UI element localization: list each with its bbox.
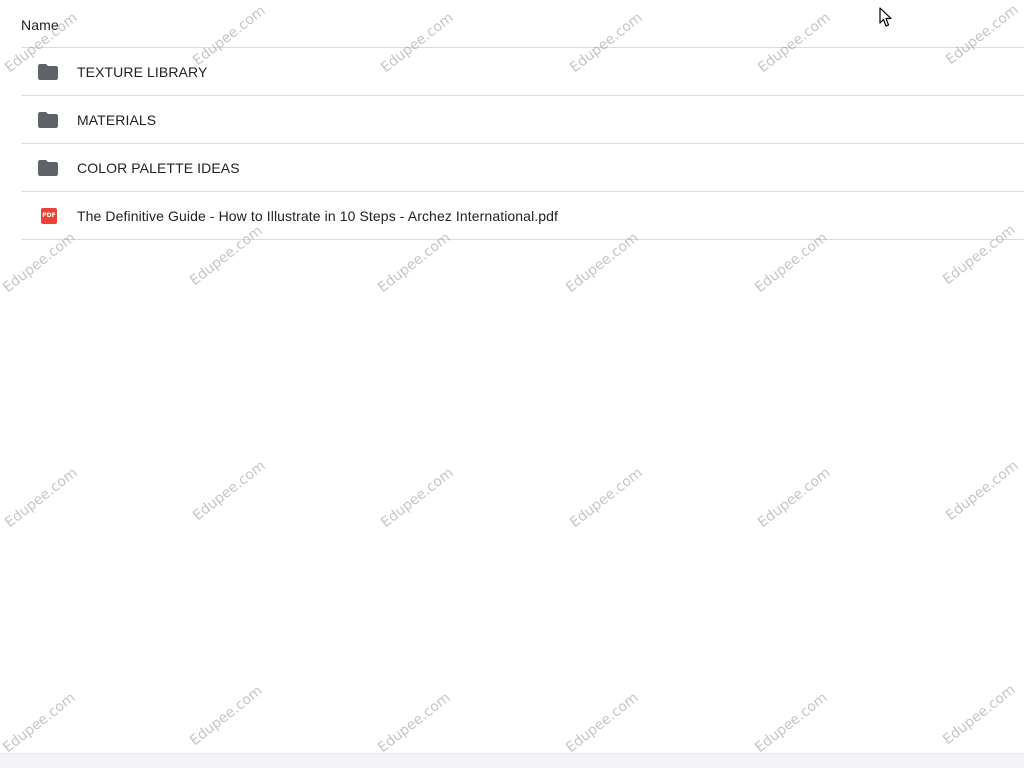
- watermark: Edupee.com: [567, 464, 646, 531]
- mouse-pointer-icon: [879, 7, 892, 27]
- watermark: Edupee.com: [378, 464, 457, 531]
- list-header: Name: [21, 0, 1024, 48]
- watermark: Edupee.com: [755, 464, 834, 531]
- list-item-materials[interactable]: MATERIALS: [21, 96, 1024, 144]
- name-column-header[interactable]: Name: [21, 17, 59, 33]
- watermark: Edupee.com: [0, 689, 79, 756]
- item-name: TEXTURE LIBRARY: [77, 63, 208, 80]
- watermark: Edupee.com: [2, 464, 81, 531]
- watermark: Edupee.com: [375, 689, 454, 756]
- pdf-file-icon: PDF: [41, 207, 57, 224]
- watermark: Edupee.com: [187, 682, 266, 749]
- file-browser-page: Name TEXTURE LIBRARY MATERIALS COLOR PAL…: [0, 0, 1024, 768]
- list-item-texture-library[interactable]: TEXTURE LIBRARY: [21, 48, 1024, 96]
- watermark: Edupee.com: [943, 457, 1022, 524]
- bottom-scroll-area: [0, 753, 1024, 768]
- item-name: MATERIALS: [77, 111, 157, 128]
- folder-icon: [21, 111, 77, 128]
- watermark: Edupee.com: [563, 689, 642, 756]
- list-item-pdf-guide[interactable]: PDF The Definitive Guide - How to Illust…: [21, 192, 1024, 240]
- list-item-color-palette-ideas[interactable]: COLOR PALETTE IDEAS: [21, 144, 1024, 192]
- item-name: The Definitive Guide - How to Illustrate…: [77, 207, 559, 224]
- folder-icon: [21, 159, 77, 176]
- watermark: Edupee.com: [190, 457, 269, 524]
- watermark: Edupee.com: [940, 681, 1019, 748]
- folder-icon: [21, 63, 77, 80]
- pdf-file-icon-wrap: PDF: [21, 207, 77, 224]
- file-list: Name TEXTURE LIBRARY MATERIALS COLOR PAL…: [21, 0, 1024, 240]
- item-name: COLOR PALETTE IDEAS: [77, 159, 240, 176]
- watermark: Edupee.com: [752, 689, 831, 756]
